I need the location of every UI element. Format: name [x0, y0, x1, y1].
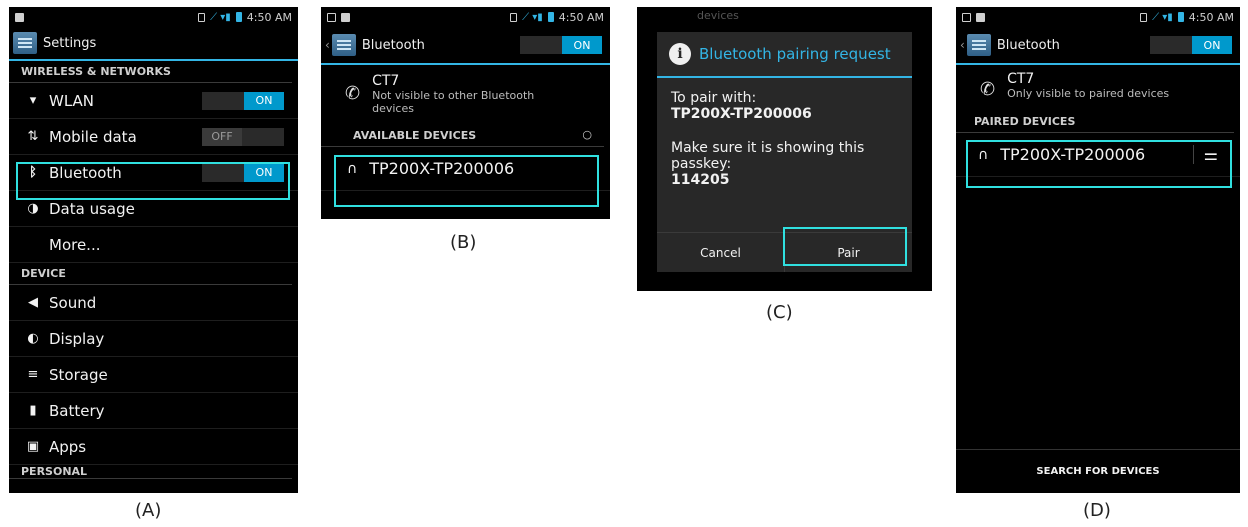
section-paired: PAIRED DEVICES	[956, 111, 1234, 133]
data-arrows-icon: ⇅	[27, 129, 39, 144]
action-bar: Settings	[9, 27, 298, 61]
item-label: Battery	[49, 401, 105, 420]
highlight-paired-device	[966, 140, 1232, 188]
settings-item-sound[interactable]: ◀︎ Sound	[9, 285, 298, 321]
battery-status-icon	[235, 12, 242, 22]
item-label: Apps	[49, 437, 87, 456]
device-visibility: Not visible to other Bluetooth devices	[372, 89, 535, 115]
highlight-available-device	[334, 155, 599, 207]
section-wireless: WIRELESS & NETWORKS	[9, 61, 292, 83]
image-notification-icon	[327, 12, 336, 22]
speaker-icon: ◀︎	[28, 295, 38, 310]
dialog-title: Bluetooth pairing request	[699, 45, 891, 63]
cancel-button[interactable]: Cancel	[657, 233, 784, 272]
settings-app-icon[interactable]	[966, 34, 991, 56]
section-available: AVAILABLE DEVICES ○	[321, 125, 604, 147]
item-label: Data usage	[49, 199, 135, 218]
passkey-message: Make sure it is showing this passkey:	[671, 140, 865, 172]
storage-icon: ≡	[27, 367, 39, 382]
scanning-spinner-icon: ○	[582, 128, 592, 141]
sim-icon	[1140, 12, 1148, 22]
phone-icon: ✆	[980, 79, 996, 100]
settings-item-display[interactable]: ◐ Display	[9, 321, 298, 357]
pie-icon: ◑	[27, 201, 39, 216]
device-visibility: Only visible to paired devices	[1007, 87, 1170, 100]
section-personal: PERSONAL	[9, 465, 292, 479]
panel-a-settings-screen: ⟋ ▾▮ 4:50 AM Settings WIRELESS & NETWORK…	[9, 7, 298, 493]
signal-icon: ⟋ ▾▮	[522, 11, 543, 23]
bottom-bar: SEARCH FOR DEVICES	[956, 449, 1240, 493]
status-bar: ⟋ ▾▮ 4:50 AM	[321, 7, 610, 27]
mobile-data-toggle[interactable]: OFF	[202, 127, 284, 146]
settings-item-wlan[interactable]: ▾ WLAN ON	[9, 83, 298, 119]
action-bar: ‹ Bluetooth ON	[956, 27, 1240, 65]
item-label: WLAN	[49, 91, 95, 110]
status-bar: ⟋ ▾▮ 4:50 AM	[956, 7, 1240, 27]
section-device: DEVICE	[9, 263, 292, 285]
status-time: 4:50 AM	[1188, 10, 1234, 24]
background-text: devices	[697, 9, 739, 22]
notification-icon	[976, 12, 985, 22]
status-time: 4:50 AM	[246, 10, 292, 24]
item-label: Mobile data	[49, 127, 137, 146]
settings-item-more[interactable]: More...	[9, 227, 298, 263]
pair-device-name: TP200X-TP200006	[671, 106, 812, 122]
wlan-toggle[interactable]: ON	[202, 91, 284, 110]
apps-icon: ▣	[26, 439, 40, 454]
signal-icon: ⟋ ▾▮	[210, 11, 231, 23]
this-device-row[interactable]: ✆ CT7 Not visible to other Bluetooth dev…	[321, 65, 610, 125]
battery-icon: ▮	[29, 403, 37, 418]
caption-c: (C)	[766, 302, 793, 323]
passkey-value: 114205	[671, 172, 730, 188]
action-bar: ‹ Bluetooth ON	[321, 27, 610, 65]
dialog-body: To pair with: TP200X-TP200006 Make sure …	[657, 78, 912, 200]
highlight-bluetooth	[16, 162, 290, 200]
device-name: CT7	[1007, 71, 1035, 87]
caption-b: (B)	[450, 232, 477, 253]
notification-icon	[15, 12, 24, 22]
item-label: Sound	[49, 293, 97, 312]
this-device-row[interactable]: ✆ CT7 Only visible to paired devices	[956, 65, 1240, 111]
settings-app-icon	[13, 32, 37, 54]
settings-item-apps[interactable]: ▣ Apps	[9, 429, 298, 465]
page-title: Bluetooth	[361, 37, 425, 53]
settings-item-storage[interactable]: ≡ Storage	[9, 357, 298, 393]
settings-item-battery[interactable]: ▮ Battery	[9, 393, 298, 429]
search-devices-button[interactable]: SEARCH FOR DEVICES	[1036, 466, 1159, 477]
status-bar: ⟋ ▾▮ 4:50 AM	[9, 7, 298, 27]
caption-d: (D)	[1083, 500, 1111, 521]
item-label: Storage	[49, 365, 108, 384]
info-icon: i	[669, 43, 691, 65]
battery-status-icon	[1177, 12, 1184, 22]
phone-icon: ✆	[345, 83, 361, 104]
page-title: Bluetooth	[996, 37, 1060, 53]
back-chevron-icon[interactable]: ‹	[960, 38, 965, 52]
item-label: Display	[49, 329, 105, 348]
brightness-icon: ◐	[27, 331, 39, 346]
bluetooth-toggle[interactable]: ON	[1150, 36, 1232, 54]
device-name: CT7	[372, 73, 400, 89]
panel-d-paired-screen: ⟋ ▾▮ 4:50 AM ‹ Bluetooth ON ✆ CT7 Only v…	[956, 7, 1240, 493]
settings-item-mobile-data[interactable]: ⇅ Mobile data OFF	[9, 119, 298, 155]
signal-icon: ⟋ ▾▮	[1152, 11, 1173, 23]
notification-icon	[341, 12, 350, 22]
item-label: More...	[49, 235, 101, 254]
bluetooth-toggle[interactable]: ON	[520, 36, 602, 54]
back-chevron-icon[interactable]: ‹	[325, 38, 330, 52]
caption-a: (A)	[135, 500, 162, 521]
dialog-title-bar: i Bluetooth pairing request	[657, 32, 912, 78]
sim-icon	[198, 12, 206, 22]
wifi-icon: ▾	[29, 93, 37, 108]
highlight-pair-button	[783, 227, 907, 266]
settings-app-icon[interactable]	[331, 34, 356, 56]
pair-with-label: To pair with:	[671, 90, 757, 106]
image-notification-icon	[962, 12, 971, 22]
page-title: Settings	[43, 35, 97, 51]
battery-status-icon	[547, 12, 554, 22]
sim-icon	[510, 12, 518, 22]
status-time: 4:50 AM	[558, 10, 604, 24]
